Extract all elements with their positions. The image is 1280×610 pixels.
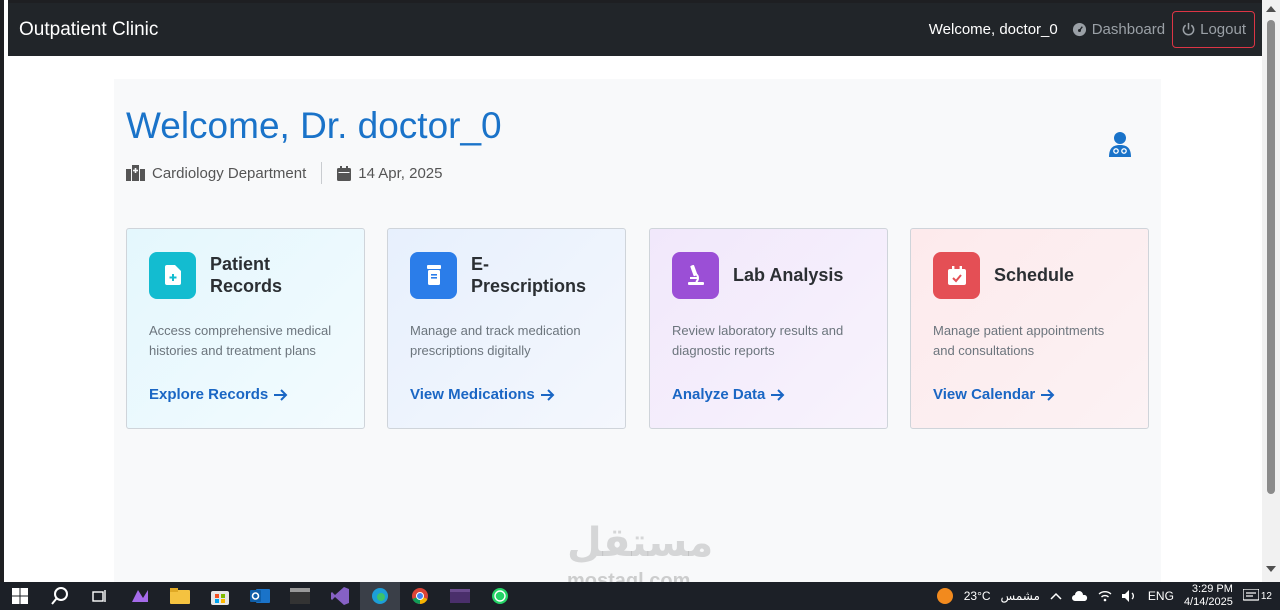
card-header: Patient Records bbox=[149, 251, 342, 299]
card-title: Lab Analysis bbox=[733, 265, 844, 285]
scroll-down-icon[interactable] bbox=[1266, 566, 1276, 572]
explore-records-link[interactable]: Explore Records bbox=[149, 386, 342, 403]
store-icon[interactable] bbox=[200, 582, 240, 610]
whatsapp-icon[interactable] bbox=[480, 582, 520, 610]
card-e-prescriptions[interactable]: E-Prescriptions Manage and track medicat… bbox=[387, 228, 626, 429]
hospital-icon bbox=[126, 165, 145, 181]
video-editor-icon[interactable] bbox=[280, 582, 320, 610]
card-title: Patient Records bbox=[210, 253, 282, 297]
windows-start-icon[interactable] bbox=[0, 582, 40, 610]
clock-date: 4/14/2025 bbox=[1183, 596, 1233, 608]
chevron-up-icon[interactable] bbox=[1050, 589, 1062, 603]
doctor-user-icon bbox=[1109, 132, 1131, 157]
arrow-right-icon bbox=[274, 388, 288, 401]
scroll-up-icon[interactable] bbox=[1266, 6, 1276, 12]
clock-time: 3:29 PM bbox=[1191, 583, 1233, 595]
search-icon[interactable] bbox=[40, 582, 80, 610]
outlook-icon[interactable] bbox=[240, 582, 280, 610]
edge-browser-icon[interactable] bbox=[360, 582, 400, 610]
notification-count: 12 bbox=[1260, 590, 1272, 602]
card-lab-analysis[interactable]: Lab Analysis Review laboratory results a… bbox=[649, 228, 888, 429]
patient-file-icon bbox=[149, 251, 196, 299]
system-tray: 23°C مشمس ENG 3:29 PM 4/14/2025 12 bbox=[936, 583, 1280, 609]
welcome-panel: Welcome, Dr. doctor_0 Cardiology Departm… bbox=[114, 79, 1161, 582]
card-schedule[interactable]: Schedule Manage patient appointments and… bbox=[910, 228, 1149, 429]
meta-divider bbox=[321, 162, 323, 184]
calendar-check-icon bbox=[933, 251, 980, 299]
watermark-arabic: مستقل bbox=[567, 521, 714, 565]
link-label: View Calendar bbox=[933, 386, 1036, 403]
language-indicator[interactable]: ENG bbox=[1148, 589, 1174, 603]
calendar-icon bbox=[337, 165, 352, 181]
date-label: 14 Apr, 2025 bbox=[358, 164, 443, 182]
file-explorer-icon[interactable] bbox=[160, 582, 200, 610]
navbar-right: Welcome, doctor_0 Dashboard Logout bbox=[929, 3, 1266, 56]
prescription-bottle-icon bbox=[410, 251, 457, 299]
card-description: Manage and track medication prescription… bbox=[410, 323, 581, 358]
view-calendar-link[interactable]: View Calendar bbox=[933, 386, 1126, 403]
view-medications-link[interactable]: View Medications bbox=[410, 386, 603, 403]
m365-app-icon[interactable] bbox=[120, 582, 160, 610]
notification-icon bbox=[1242, 589, 1259, 601]
vertical-scrollbar[interactable] bbox=[1262, 0, 1280, 582]
arrow-right-icon bbox=[1041, 388, 1055, 401]
dashboard-label: Dashboard bbox=[1091, 21, 1166, 38]
weather-sun-icon[interactable] bbox=[936, 587, 954, 605]
brand-title[interactable]: Outpatient Clinic bbox=[19, 19, 158, 41]
dashboard-link[interactable]: Dashboard bbox=[1072, 21, 1165, 38]
card-header: Schedule bbox=[933, 251, 1126, 299]
notification-center[interactable]: 12 bbox=[1242, 589, 1272, 603]
card-header: E-Prescriptions bbox=[410, 251, 603, 299]
card-title: E-Prescriptions bbox=[471, 254, 587, 296]
power-icon bbox=[1182, 22, 1195, 36]
card-title-line2: Records bbox=[210, 276, 283, 296]
top-navbar: Outpatient Clinic Welcome, doctor_0 Dash… bbox=[8, 0, 1266, 56]
scroll-thumb[interactable] bbox=[1267, 20, 1275, 494]
department-label: Cardiology Department bbox=[152, 164, 307, 182]
clock[interactable]: 3:29 PM 4/14/2025 bbox=[1184, 583, 1233, 609]
logout-button[interactable]: Logout bbox=[1172, 11, 1255, 48]
date-info: 14 Apr, 2025 bbox=[337, 164, 443, 182]
card-patient-records[interactable]: Patient Records Access comprehensive med… bbox=[126, 228, 365, 429]
link-label: Explore Records bbox=[149, 386, 269, 403]
analyze-data-link[interactable]: Analyze Data bbox=[672, 386, 865, 403]
visual-studio-icon[interactable] bbox=[320, 582, 360, 610]
welcome-user-text: Welcome, doctor_0 bbox=[928, 21, 1058, 38]
arrow-right-icon bbox=[540, 388, 555, 401]
page-title: Welcome, Dr. doctor_0 bbox=[126, 105, 502, 146]
terminal-icon[interactable] bbox=[440, 582, 480, 610]
card-title-line1: Patient bbox=[210, 254, 271, 274]
weather-temp[interactable]: 23°C bbox=[964, 589, 991, 603]
wifi-icon[interactable] bbox=[1098, 590, 1112, 602]
browser-window: Outpatient Clinic Welcome, doctor_0 Dash… bbox=[0, 0, 1280, 592]
department-info: Cardiology Department bbox=[126, 165, 306, 182]
doctor-meta: Cardiology Department 14 Apr, 2025 bbox=[126, 162, 443, 184]
card-description: Access comprehensive medical histories a… bbox=[149, 323, 332, 358]
arrow-right-icon bbox=[771, 388, 785, 401]
task-view-icon[interactable] bbox=[80, 582, 120, 610]
chrome-icon[interactable] bbox=[400, 582, 440, 610]
weather-text[interactable]: مشمس bbox=[1001, 589, 1040, 603]
windows-taskbar: 23°C مشمس ENG 3:29 PM 4/14/2025 12 bbox=[0, 582, 1280, 610]
card-description: Review laboratory results and diagnostic… bbox=[672, 323, 844, 358]
onedrive-cloud-icon[interactable] bbox=[1071, 591, 1088, 601]
card-description: Manage patient appointments and consulta… bbox=[933, 323, 1105, 358]
card-header: Lab Analysis bbox=[672, 251, 865, 299]
dashboard-gauge-icon bbox=[1072, 22, 1086, 37]
volume-icon[interactable] bbox=[1121, 590, 1138, 602]
link-label: View Medications bbox=[410, 386, 535, 403]
card-title: Schedule bbox=[994, 265, 1075, 285]
logout-label: Logout bbox=[1200, 21, 1246, 38]
link-label: Analyze Data bbox=[672, 386, 766, 403]
microscope-icon bbox=[672, 251, 719, 299]
